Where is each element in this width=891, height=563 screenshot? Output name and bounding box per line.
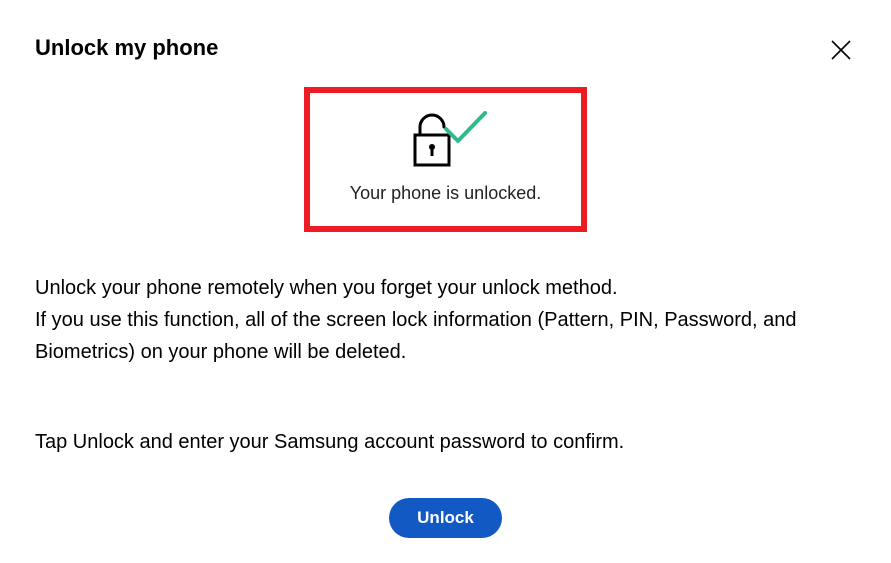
unlock-button[interactable]: Unlock — [389, 498, 502, 538]
dialog-body: Unlock your phone remotely when you forg… — [35, 272, 856, 458]
instruction-text: Tap Unlock and enter your Samsung accoun… — [35, 426, 856, 458]
close-button[interactable] — [826, 35, 856, 65]
unlock-phone-dialog: Unlock my phone Your phone is u — [0, 0, 891, 563]
description-text: Unlock your phone remotely when you forg… — [35, 272, 856, 368]
status-message: Your phone is unlocked. — [350, 183, 541, 204]
status-area: Your phone is unlocked. — [35, 87, 856, 232]
unlocked-with-check-icon — [403, 111, 487, 171]
dialog-header: Unlock my phone — [35, 35, 856, 65]
dialog-title: Unlock my phone — [35, 35, 218, 61]
dialog-actions: Unlock — [35, 498, 856, 538]
close-icon — [830, 39, 852, 61]
status-highlight-box: Your phone is unlocked. — [304, 87, 587, 232]
